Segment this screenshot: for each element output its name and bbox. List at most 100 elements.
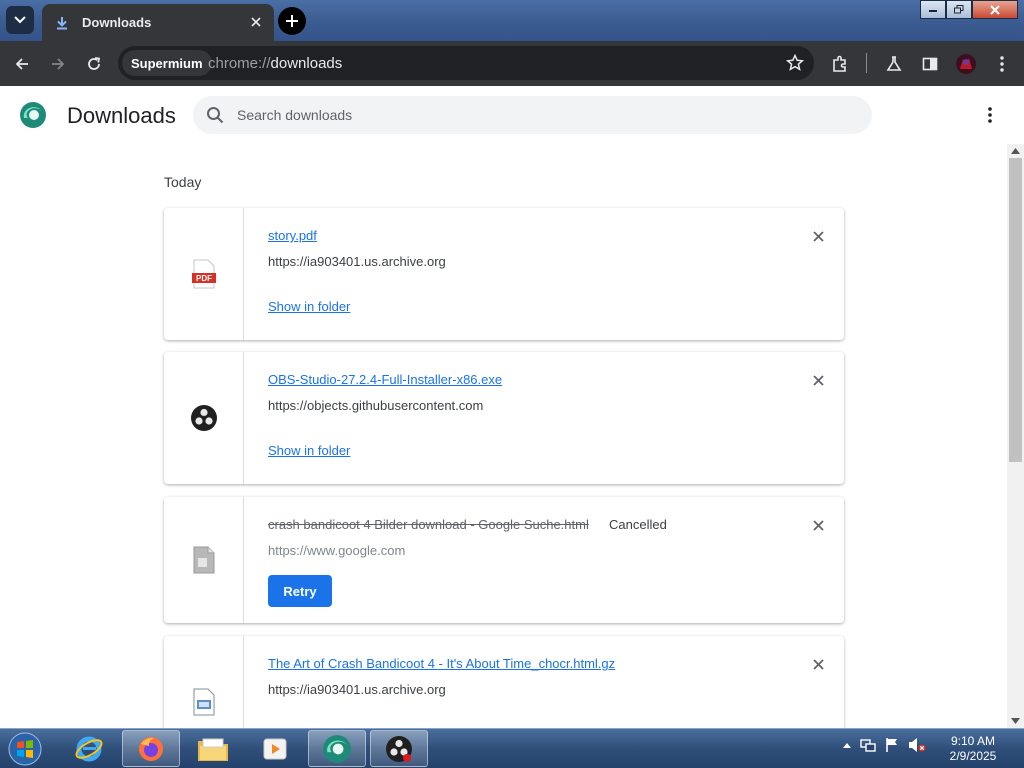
url-text[interactable]: chrome://downloads (208, 55, 342, 72)
download-item: OBS-Studio-27.2.4-Full-Installer-x86.exe… (164, 352, 844, 484)
remove-item-button[interactable] (810, 228, 826, 244)
show-in-folder-link[interactable]: Show in folder (268, 443, 350, 458)
remove-item-button[interactable] (810, 656, 826, 672)
source-url: https://ia903401.us.archive.org (268, 682, 446, 697)
download-item: The Art of Crash Bandicoot 4 - It's Abou… (164, 636, 844, 728)
file-name: crash bandicoot 4 Bilder download - Goog… (268, 517, 589, 532)
windows-taskbar: 9:10 AM 2/9/2025 (0, 728, 1024, 768)
url-scheme: chrome:// (208, 55, 271, 72)
forward-button[interactable] (44, 50, 72, 78)
extensions-button[interactable] (826, 50, 854, 78)
page-scrollbar[interactable] (1007, 144, 1024, 728)
taskbar-clock[interactable]: 9:10 AM 2/9/2025 (940, 734, 1006, 764)
internet-explorer-icon (75, 736, 103, 761)
file-icon-column (164, 497, 244, 623)
minimize-icon (929, 9, 937, 12)
side-panel-icon (922, 57, 938, 71)
tab-title: Downloads (82, 15, 152, 30)
windows-logo-icon (8, 732, 42, 766)
taskbar-app-file-explorer[interactable] (184, 730, 242, 767)
more-vert-icon (1000, 56, 1004, 72)
search-input[interactable] (237, 105, 837, 125)
new-tab-button[interactable] (278, 7, 306, 35)
url-host: downloads (270, 55, 343, 72)
taskbar-app-supermium[interactable] (308, 730, 366, 767)
close-icon (812, 519, 824, 531)
close-icon (812, 658, 824, 670)
toolbar-divider (866, 53, 867, 73)
file-icon-column (164, 636, 244, 728)
show-in-folder-link[interactable]: Show in folder (268, 299, 350, 314)
system-tray (842, 737, 926, 753)
media-player-icon (263, 738, 287, 759)
reload-button[interactable] (80, 50, 108, 78)
labs-button[interactable] (880, 50, 908, 78)
arrow-left-icon (15, 58, 28, 70)
remove-item-button[interactable] (810, 517, 826, 533)
restore-button[interactable] (946, 0, 972, 19)
supermium-icon (323, 734, 351, 763)
generic-file-icon (193, 546, 214, 574)
scroll-up-icon[interactable] (1011, 148, 1020, 154)
network-icon[interactable] (860, 737, 876, 753)
back-button[interactable] (8, 50, 36, 78)
search-icon (207, 107, 224, 124)
taskbar-app-firefox[interactable] (122, 730, 180, 767)
file-icon-column: PDF (164, 208, 244, 340)
firefox-icon (139, 736, 163, 761)
source-url: https://www.google.com (268, 543, 406, 558)
side-panel-button[interactable] (916, 50, 944, 78)
source-url: https://objects.githubusercontent.com (268, 398, 484, 413)
status-text: Cancelled (609, 517, 667, 532)
file-name-link[interactable]: story.pdf (268, 228, 317, 243)
source-url: https://ia903401.us.archive.org (268, 254, 446, 269)
archive-file-icon (193, 688, 214, 716)
address-bar[interactable]: Supermium chrome://downloads (118, 46, 814, 80)
download-icon (54, 15, 70, 31)
svg-text:PDF: PDF (196, 274, 212, 283)
tab-strip: Downloads (0, 0, 1024, 41)
remove-item-button[interactable] (810, 372, 826, 388)
date-heading: Today (164, 174, 202, 190)
bookmark-star-icon[interactable] (784, 52, 806, 74)
taskbar-app-obs-studio[interactable] (370, 730, 428, 767)
download-item: PDF story.pdf https://ia903401.us.archiv… (164, 208, 844, 340)
show-hidden-icons-icon[interactable] (842, 741, 852, 749)
file-icon-column (164, 352, 244, 484)
close-icon (812, 374, 824, 386)
close-window-button[interactable] (972, 0, 1018, 19)
taskbar-app-media-player[interactable] (246, 730, 304, 767)
profile-avatar[interactable] (952, 50, 980, 78)
start-button[interactable] (4, 730, 46, 768)
profile-chip[interactable]: Supermium (122, 50, 212, 76)
tab-downloads[interactable]: Downloads (42, 4, 274, 41)
action-center-flag-icon[interactable] (884, 737, 900, 753)
arrow-right-icon (52, 58, 65, 70)
page-title: Downloads (67, 103, 176, 128)
tab-close-icon[interactable] (248, 14, 264, 30)
minimize-button[interactable] (920, 0, 946, 19)
retry-button[interactable]: Retry (268, 575, 332, 607)
plus-icon (286, 15, 298, 27)
chevron-down-icon (14, 16, 26, 24)
restore-icon (954, 5, 964, 14)
flask-icon (886, 56, 902, 71)
close-icon (812, 230, 824, 242)
volume-muted-icon[interactable] (908, 737, 926, 753)
file-name-link[interactable]: The Art of Crash Bandicoot 4 - It's Abou… (268, 656, 615, 671)
clock-date: 2/9/2025 (949, 749, 997, 763)
page-menu-button[interactable] (980, 105, 1000, 125)
obs-studio-icon (190, 405, 217, 431)
reload-icon (88, 57, 101, 70)
taskbar-app-internet-explorer[interactable] (60, 730, 118, 767)
browser-menu-button[interactable] (988, 50, 1016, 78)
file-name-link[interactable]: OBS-Studio-27.2.4-Full-Installer-x86.exe (268, 372, 502, 387)
scroll-down-icon[interactable] (1011, 718, 1020, 724)
tab-search-button[interactable] (6, 6, 34, 34)
scrollbar-thumb[interactable] (1009, 158, 1022, 462)
puzzle-icon (833, 55, 846, 72)
search-box[interactable] (193, 96, 872, 134)
browser-toolbar: Supermium chrome://downloads (0, 41, 1024, 86)
obs-studio-icon (386, 735, 412, 762)
downloads-page: Downloads Today PDF story.pdf https://ia… (0, 86, 1024, 728)
